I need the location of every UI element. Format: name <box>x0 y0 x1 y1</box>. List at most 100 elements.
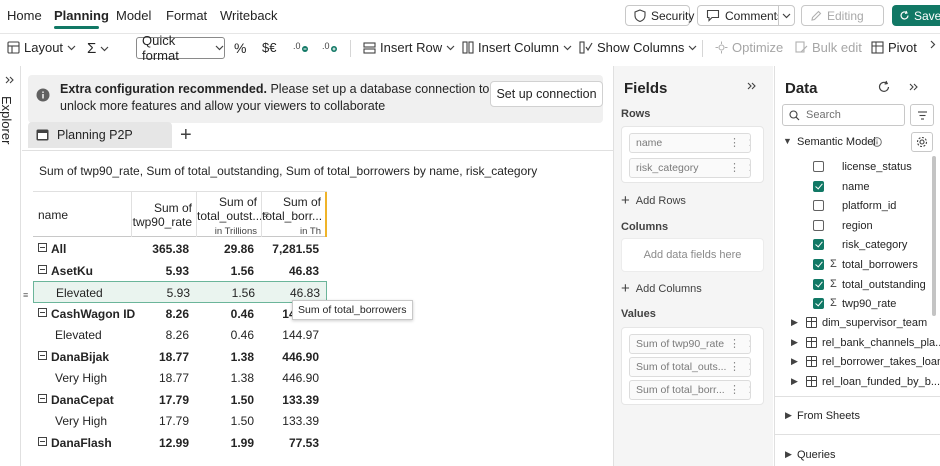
cell-total-outstanding[interactable]: 1.56 <box>196 264 254 278</box>
cell-total-borrowers[interactable]: 46.83 <box>262 286 320 300</box>
cell-total-borrowers[interactable]: 446.90 <box>261 371 319 385</box>
row-field-chip[interactable]: name ⋮ ✕ <box>629 133 751 153</box>
cell-total-borrowers[interactable]: 133.39 <box>261 393 319 407</box>
remove-field-icon[interactable]: ✕ <box>748 337 750 351</box>
cell-twp90-rate[interactable]: 5.93 <box>132 286 190 300</box>
columns-drop-zone[interactable]: Add data fields here <box>621 238 764 272</box>
more-options-icon[interactable]: ⋮ <box>729 360 740 373</box>
menu-planning[interactable]: Planning <box>54 8 109 23</box>
add-columns-button[interactable]: + Add Columns <box>621 280 702 297</box>
field-item[interactable]: Σtwp90_rate <box>775 295 940 314</box>
table-item[interactable]: ▶ rel_loan_funded_by_b... <box>775 373 940 392</box>
field-item[interactable]: risk_category <box>775 236 940 255</box>
collapse-group-icon[interactable] <box>38 350 47 360</box>
table-row[interactable]: Elevated 8.26 0.46 144.97 <box>33 324 327 346</box>
cell-twp90-rate[interactable]: 8.26 <box>131 307 189 321</box>
remove-field-icon[interactable]: ✕ <box>748 136 750 150</box>
table-row-group[interactable]: DanaFlash 12.99 1.99 77.53 <box>33 432 327 454</box>
menu-writeback[interactable]: Writeback <box>220 8 278 23</box>
cell-twp90-rate[interactable]: 17.79 <box>131 414 189 428</box>
remove-field-icon[interactable]: ✕ <box>748 161 750 175</box>
data-scrollbar[interactable] <box>932 156 936 316</box>
cell-twp90-rate[interactable]: 17.79 <box>131 393 189 407</box>
table-row-group[interactable]: AsetKu 5.93 1.56 46.83 <box>33 260 327 282</box>
cell-twp90-rate[interactable]: 365.38 <box>131 242 189 256</box>
field-checkbox[interactable] <box>813 298 824 310</box>
editing-button[interactable]: Editing <box>801 5 884 26</box>
more-options-icon[interactable]: ⋮ <box>729 383 740 396</box>
sum-button[interactable]: Σ <box>87 40 109 57</box>
header-total-borrowers[interactable]: Sum of total_borr... in Th <box>261 192 327 237</box>
cell-twp90-rate[interactable]: 12.99 <box>131 436 189 450</box>
collapse-fields-icon[interactable] <box>747 82 757 90</box>
comments-dropdown-button[interactable] <box>778 5 795 26</box>
value-field-chip[interactable]: Sum of total_borr... ⋮ ✕ <box>629 380 751 400</box>
table-row[interactable]: Very High 17.79 1.50 133.39 <box>33 410 327 432</box>
header-twp90-rate[interactable]: Sum of twp90_rate <box>131 192 196 237</box>
bulk-edit-button[interactable]: Bulk edit <box>795 40 862 55</box>
field-checkbox[interactable] <box>813 239 824 251</box>
field-checkbox[interactable] <box>813 278 824 290</box>
cell-twp90-rate[interactable]: 18.77 <box>131 350 189 364</box>
cell-total-outstanding[interactable]: 0.46 <box>196 328 254 342</box>
field-checkbox[interactable] <box>813 161 824 172</box>
table-row[interactable]: Elevated 5.93 1.56 46.83 <box>33 281 327 303</box>
table-row-group[interactable]: CashWagon ID8.260.46144.97 <box>33 303 327 325</box>
table-item[interactable]: ▶ rel_bank_channels_pla... <box>775 334 940 353</box>
cell-total-borrowers[interactable]: 133.39 <box>261 414 319 428</box>
cell-total-borrowers[interactable]: 446.90 <box>261 350 319 364</box>
cell-total-outstanding[interactable]: 1.50 <box>196 414 254 428</box>
refresh-icon[interactable] <box>877 80 891 94</box>
field-checkbox[interactable] <box>813 259 824 270</box>
toolbar-overflow-button[interactable] <box>930 40 936 49</box>
column-drag-handle-icon[interactable]: ≡ <box>263 210 269 221</box>
percent-format-button[interactable]: % <box>234 40 246 56</box>
value-field-chip[interactable]: Sum of total_outs...⋮ ✕ <box>629 357 751 377</box>
cell-total-outstanding[interactable]: 29.86 <box>196 242 254 256</box>
field-item[interactable]: Σtotal_borrowers <box>775 256 940 275</box>
cell-total-outstanding[interactable]: 1.38 <box>196 350 254 364</box>
cell-total-borrowers[interactable]: 77.53 <box>261 436 319 450</box>
row-field-chip[interactable]: risk_category ⋮ ✕ <box>629 158 751 178</box>
search-input[interactable]: Search <box>782 104 905 126</box>
collapse-group-icon[interactable] <box>38 393 47 403</box>
add-rows-button[interactable]: + Add Rows <box>621 192 686 209</box>
cell-total-outstanding[interactable]: 1.50 <box>196 393 254 407</box>
collapse-group-icon[interactable] <box>38 307 47 317</box>
table-row-group[interactable]: DanaBijak 18.77 1.38 446.90 <box>33 346 327 368</box>
layout-button[interactable]: Layout <box>7 40 76 55</box>
model-settings-button[interactable] <box>911 132 933 152</box>
menu-format[interactable]: Format <box>166 8 207 23</box>
cell-total-outstanding[interactable]: 1.38 <box>196 371 254 385</box>
cell-total-borrowers[interactable]: 7,281.55 <box>261 242 319 256</box>
add-sheet-button[interactable]: + <box>180 124 192 147</box>
more-options-icon[interactable]: ⋮ <box>729 161 740 174</box>
more-options-icon[interactable]: ⋮ <box>729 337 740 350</box>
show-columns-button[interactable]: Show Columns <box>579 40 697 55</box>
decrease-decimal-button[interactable]: .0 <box>293 40 309 53</box>
field-item[interactable]: license_status <box>775 158 940 177</box>
insert-row-button[interactable]: Insert Row <box>363 40 455 55</box>
increase-decimal-button[interactable]: .0 <box>322 40 338 53</box>
filter-button[interactable] <box>910 104 934 126</box>
cell-twp90-rate[interactable]: 5.93 <box>131 264 189 278</box>
cell-twp90-rate[interactable]: 8.26 <box>131 328 189 342</box>
insert-column-button[interactable]: Insert Column <box>462 40 572 55</box>
collapse-group-icon[interactable] <box>38 264 47 274</box>
field-checkbox[interactable] <box>813 200 824 212</box>
expand-explorer-icon[interactable] <box>5 76 15 84</box>
queries-node[interactable]: ▶ Queries <box>775 446 940 465</box>
table-row-group[interactable]: All 365.38 29.86 7,281.55 <box>33 238 327 260</box>
cell-twp90-rate[interactable]: 18.77 <box>131 371 189 385</box>
collapse-group-icon[interactable] <box>38 243 47 252</box>
cell-total-outstanding[interactable]: 0.46 <box>196 307 254 321</box>
info-icon[interactable] <box>872 137 882 147</box>
table-item[interactable]: ▶ dim_supervisor_team <box>775 314 940 333</box>
quick-format-dropdown[interactable]: Quick format <box>136 33 225 63</box>
remove-field-icon[interactable]: ✕ <box>748 383 750 397</box>
field-item[interactable]: platform_id <box>775 197 940 216</box>
field-item[interactable]: name <box>775 178 940 197</box>
field-item[interactable]: Σtotal_outstanding <box>775 276 940 295</box>
comments-button[interactable]: Comments <box>697 5 783 26</box>
header-total-outstanding[interactable]: Sum of total_outst... in Trillions <box>196 192 261 237</box>
